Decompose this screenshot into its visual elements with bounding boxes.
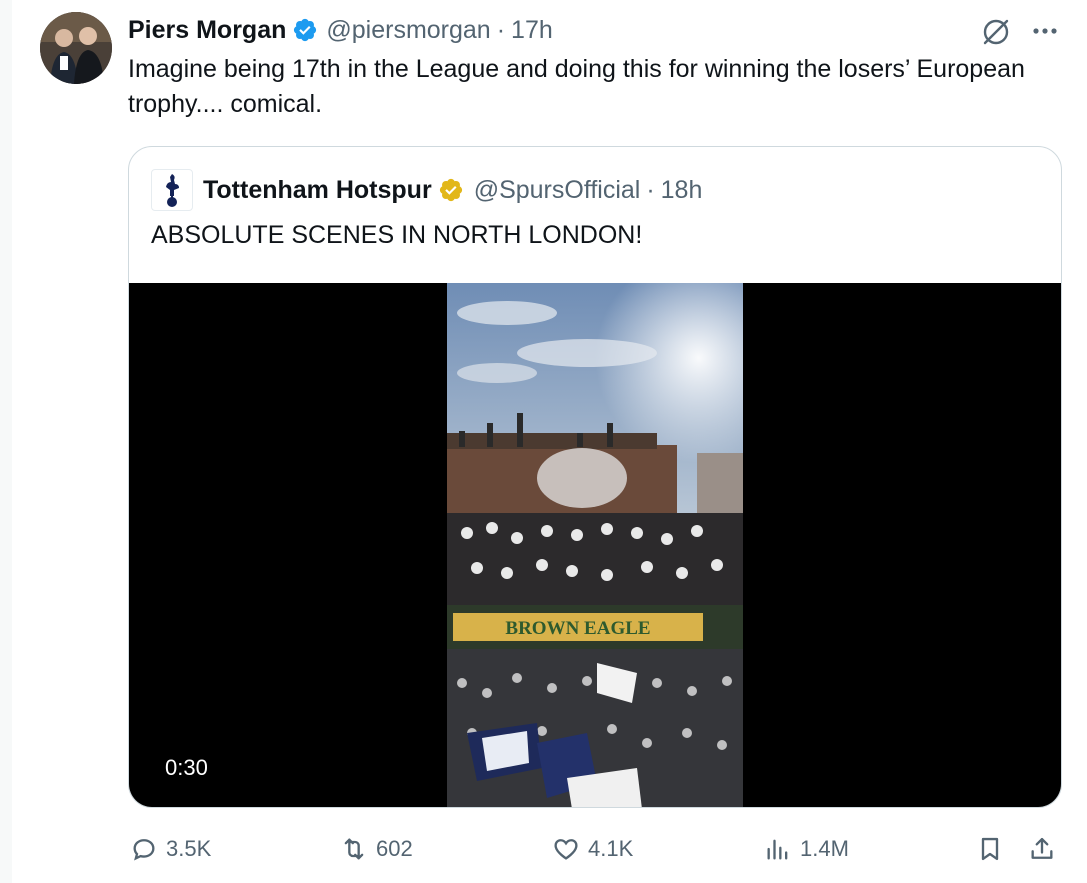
gold-verified-badge-icon (439, 178, 462, 202)
separator-dot: · (496, 15, 506, 44)
reply-icon (133, 839, 155, 861)
bookmark-icon (981, 837, 999, 861)
reply-count: 3.5K (166, 836, 212, 861)
action-bar: 3.5K 602 4.1K 1.4M (128, 828, 1068, 870)
more-options-icon[interactable] (1030, 18, 1060, 44)
quoted-separator-dot: · (646, 175, 655, 204)
video-player[interactable]: BROWN EAGLE 0:30 (129, 283, 1061, 807)
quoted-avatar[interactable] (151, 169, 193, 211)
video-thumbnail[interactable]: BROWN EAGLE (447, 283, 743, 807)
reply-button[interactable]: 3.5K (130, 828, 211, 870)
share-button[interactable] (1028, 828, 1056, 870)
analytics-icon (767, 839, 788, 860)
quoted-tweet[interactable]: Tottenham Hotspur @SpursOfficial · 18h A… (128, 146, 1062, 808)
repost-count: 602 (376, 836, 413, 861)
avatar[interactable] (40, 12, 112, 84)
quoted-tweet-header: Tottenham Hotspur @SpursOfficial · 18h (151, 169, 702, 211)
quoted-display-name[interactable]: Tottenham Hotspur (203, 176, 432, 205)
like-count: 4.1K (588, 836, 634, 861)
timestamp[interactable]: 17h (511, 16, 553, 45)
heart-icon (554, 839, 578, 860)
tweet-header: Piers Morgan @piersmorgan · 17h (128, 12, 553, 48)
like-button[interactable]: 4.1K (552, 828, 633, 870)
video-duration: 0:30 (165, 755, 208, 780)
handle[interactable]: @piersmorgan (326, 16, 490, 45)
share-icon (1031, 837, 1053, 859)
left-gutter (0, 0, 12, 883)
quoted-timestamp[interactable]: 18h (661, 176, 703, 205)
spurs-cockerel-icon (166, 174, 179, 207)
grok-icon[interactable] (980, 16, 1012, 48)
views-button[interactable]: 1.4M (764, 828, 849, 870)
repost-icon (344, 838, 364, 860)
bookmark-button[interactable] (976, 828, 1004, 870)
views-count: 1.4M (800, 836, 849, 861)
tweet[interactable]: Piers Morgan @piersmorgan · 17h Imagine … (12, 0, 1087, 883)
verified-badge-icon (294, 18, 317, 42)
quoted-tweet-text: ABSOLUTE SCENES IN NORTH LONDON! (151, 221, 643, 249)
quoted-handle[interactable]: @SpursOfficial (474, 176, 641, 205)
pub-sign-text: BROWN EAGLE (505, 618, 650, 639)
display-name[interactable]: Piers Morgan (128, 16, 286, 45)
repost-button[interactable]: 602 (340, 828, 413, 870)
tweet-text: Imagine being 17th in the League and doi… (128, 55, 1025, 118)
